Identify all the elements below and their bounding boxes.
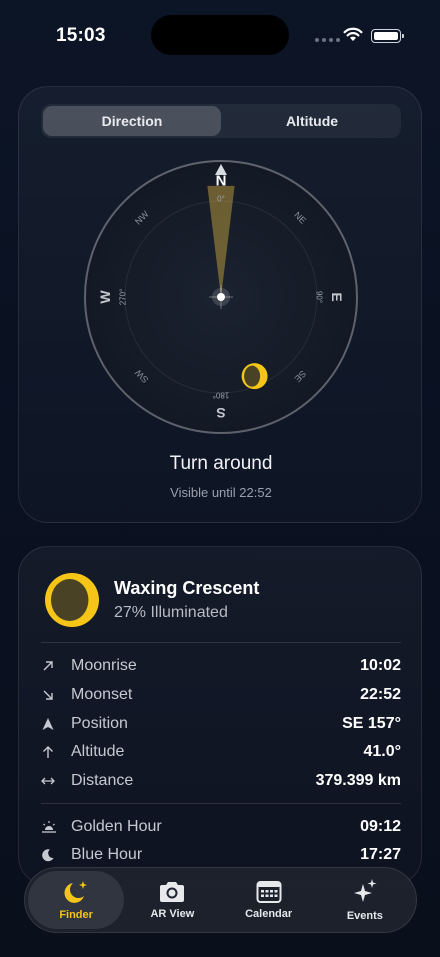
detail-label: Blue Hour (71, 846, 143, 863)
status-time: 15:03 (56, 25, 106, 46)
detail-value: 10:02 (360, 657, 401, 674)
tab-ar-view[interactable]: AR View (124, 871, 220, 929)
status-bar: 15:03 (0, 0, 440, 60)
moon-stars-icon (64, 881, 88, 903)
dynamic-island (151, 15, 289, 55)
degree-label-s: 180° (213, 391, 230, 400)
detail-row-moonset: Moonset 22:52 (41, 683, 401, 707)
wifi-icon (343, 27, 363, 41)
arrows-horizontal-icon (41, 774, 65, 788)
compass-dial: NESW0°90°180°270°NESESWNW (84, 160, 358, 434)
cardinal-label-s: S (216, 405, 225, 421)
calendar-icon (256, 881, 282, 903)
detail-label: Golden Hour (71, 818, 162, 835)
moon-position-marker (241, 363, 268, 390)
moon-icon (41, 848, 65, 862)
detail-row-position: Position SE 157° (41, 712, 401, 736)
detail-value: 22:52 (360, 686, 401, 703)
degree-label-n: 0° (217, 195, 225, 204)
divider (41, 642, 401, 643)
detail-row-blue-hour: Blue Hour 17:27 (41, 843, 401, 867)
cardinal-label-n: N (216, 173, 227, 190)
moon-details-card: Waxing Crescent 27% Illuminated Moonrise… (18, 546, 422, 886)
detail-value: 09:12 (360, 818, 401, 835)
tab-label: Events (346, 910, 383, 922)
camera-icon (160, 882, 185, 902)
sunrise-icon (41, 820, 65, 834)
sparkles-icon (353, 879, 377, 902)
cardinal-label-e: E (329, 292, 345, 301)
moon-phase-name: Waxing Crescent (114, 578, 260, 598)
guidance-subtitle: Visible until 22:52 (170, 485, 272, 500)
battery-icon (371, 29, 404, 43)
detail-label: Position (71, 715, 128, 732)
tab-finder[interactable]: Finder (28, 871, 125, 929)
tab-calendar[interactable]: Calendar (221, 871, 317, 929)
tab-label: AR View (150, 908, 195, 920)
detail-row-distance: Distance 379.399 km (41, 769, 401, 793)
divider (41, 803, 401, 804)
cellular-signal-icon (315, 38, 340, 42)
tab-events[interactable]: Events (317, 871, 413, 929)
degree-label-w: 270° (119, 289, 128, 306)
moon-phase-icon (45, 573, 99, 627)
detail-value: 17:27 (360, 846, 401, 863)
arrow-up-icon (41, 745, 65, 759)
cardinal-label-w: W (97, 290, 113, 304)
detail-value: 379.399 km (315, 772, 401, 789)
arrow-down-right-icon (41, 688, 65, 702)
detail-label: Distance (71, 772, 134, 789)
detail-label: Moonrise (71, 657, 137, 674)
moon-illumination: 27% Illuminated (114, 604, 228, 621)
detail-label: Altitude (71, 743, 125, 760)
degree-label-e: 90° (315, 291, 324, 303)
guidance-title: Turn around (169, 453, 273, 474)
tab-label: Calendar (245, 908, 293, 920)
compass-card: Direction Altitude N E S W 0° 90° 180° 270° NE SE… (18, 86, 422, 523)
detail-label: Moonset (71, 686, 133, 703)
detail-row-altitude: Altitude 41.0° (41, 740, 401, 764)
location-arrow-icon (41, 717, 65, 731)
tab-bar: Finder AR View Calendar Events (24, 867, 417, 933)
detail-row-moonrise: Moonrise 10:02 (41, 654, 401, 678)
detail-value: 41.0° (363, 743, 401, 760)
arrow-up-right-icon (41, 659, 65, 673)
tab-label: Finder (59, 909, 93, 921)
detail-row-golden-hour: Golden Hour 09:12 (41, 815, 401, 839)
detail-value: SE 157° (342, 715, 401, 732)
